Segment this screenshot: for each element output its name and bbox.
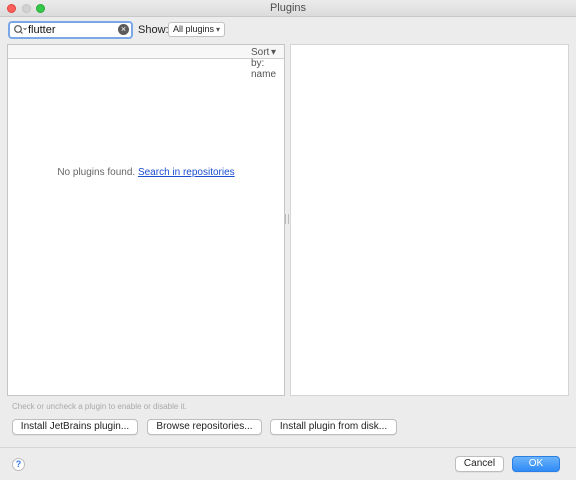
- search-icon[interactable]: [13, 24, 27, 36]
- show-label: Show:: [138, 24, 169, 36]
- window-title: Plugins: [269, 2, 307, 14]
- search-in-repositories-link[interactable]: Search in repositories: [138, 167, 235, 178]
- plugin-list[interactable]: Sort by: name ▾ No plugins found. Search…: [7, 44, 285, 396]
- show-filter-value: All plugins: [173, 24, 215, 34]
- install-jetbrains-plugin-button[interactable]: Install JetBrains plugin...: [12, 419, 138, 435]
- search-input[interactable]: flutter ×: [8, 21, 133, 39]
- plugin-details-pane: [290, 44, 569, 396]
- browse-repositories-button[interactable]: Browse repositories...: [147, 419, 262, 435]
- clear-search-icon[interactable]: ×: [118, 24, 129, 35]
- chevron-down-icon: ▾: [270, 47, 276, 58]
- footer-divider: [0, 447, 576, 448]
- ok-button[interactable]: OK: [512, 456, 560, 472]
- plugins-dialog: Plugins flutter × Show: All plugins ▾ So…: [0, 0, 576, 480]
- empty-state: No plugins found. Search in repositories: [8, 167, 284, 178]
- chevron-down-icon: ▾: [215, 25, 220, 34]
- hint-text: Check or uncheck a plugin to enable or d…: [12, 402, 187, 411]
- show-filter-select[interactable]: All plugins ▾: [168, 22, 225, 37]
- pane-splitter-handle[interactable]: [285, 214, 289, 224]
- title-bar: Plugins: [0, 0, 576, 17]
- empty-message: No plugins found.: [57, 167, 136, 178]
- sort-bar: Sort by: name ▾: [8, 45, 284, 80]
- cancel-button[interactable]: Cancel: [455, 456, 504, 472]
- search-input-value: flutter: [28, 24, 56, 36]
- help-button[interactable]: ?: [12, 458, 25, 471]
- install-plugin-from-disk-button[interactable]: Install plugin from disk...: [270, 419, 397, 435]
